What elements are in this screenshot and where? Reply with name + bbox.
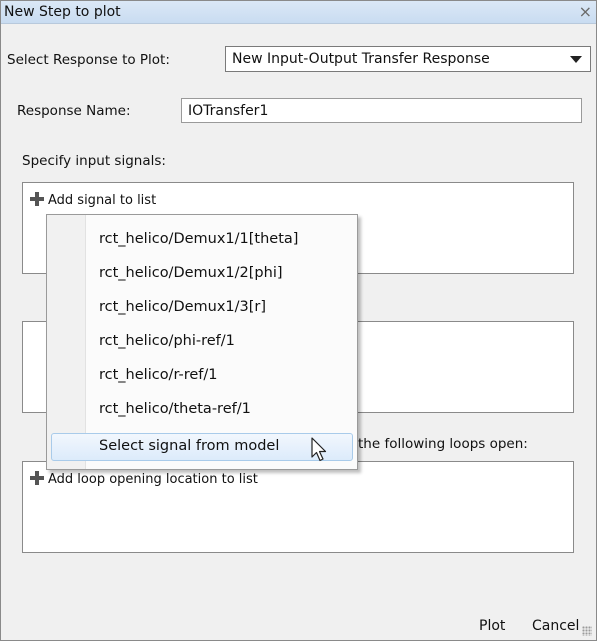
loops-open-label: the following loops open: [358,436,528,452]
menu-item-phi-ref[interactable]: rct_helico/phi-ref/1 [99,333,235,349]
add-loop-opening-label: Add loop opening location to list [48,472,258,487]
menu-item-theta-ref[interactable]: rct_helico/theta-ref/1 [99,401,251,417]
add-loop-opening-button[interactable]: Add loop opening location to list [30,471,258,487]
loop-openings-list[interactable]: Add loop opening location to list [22,461,574,553]
response-select[interactable]: New Input-Output Transfer Response [225,46,591,72]
menu-item-demux1-r[interactable]: rct_helico/Demux1/3[r] [99,299,266,315]
response-select-label: Select Response to Plot: [7,52,170,68]
plus-icon [30,192,44,206]
response-select-value: New Input-Output Transfer Response [232,51,490,67]
close-icon[interactable]: × [579,2,592,21]
new-step-dialog: New Step to plot × Select Response to Pl… [0,0,597,641]
menu-icon-gutter [47,215,86,469]
select-from-model-label: Select signal from model [99,438,280,454]
plot-button[interactable]: Plot [479,618,505,634]
mouse-pointer-icon [311,437,327,462]
response-name-field[interactable]: IOTransfer1 [181,98,582,123]
chevron-down-icon[interactable] [570,56,582,63]
menu-item-r-ref[interactable]: rct_helico/r-ref/1 [99,367,218,383]
plus-icon [30,471,44,485]
input-signals-label: Specify input signals: [22,153,166,169]
menu-item-demux1-phi[interactable]: rct_helico/Demux1/2[phi] [99,265,283,281]
window-title: New Step to plot [4,4,121,20]
resize-grip-icon[interactable] [582,626,592,636]
add-signal-label: Add signal to list [48,193,157,208]
response-name-label: Response Name: [17,103,131,119]
signal-dropdown-menu: rct_helico/Demux1/1[theta] rct_helico/De… [46,214,358,470]
response-name-value: IOTransfer1 [188,103,269,119]
cancel-button[interactable]: Cancel [532,618,579,634]
add-signal-button[interactable]: Add signal to list [30,192,156,208]
menu-item-demux1-theta[interactable]: rct_helico/Demux1/1[theta] [99,231,298,247]
menu-item-select-from-model[interactable]: Select signal from model [51,433,353,461]
title-bar: New Step to plot × [1,1,596,24]
